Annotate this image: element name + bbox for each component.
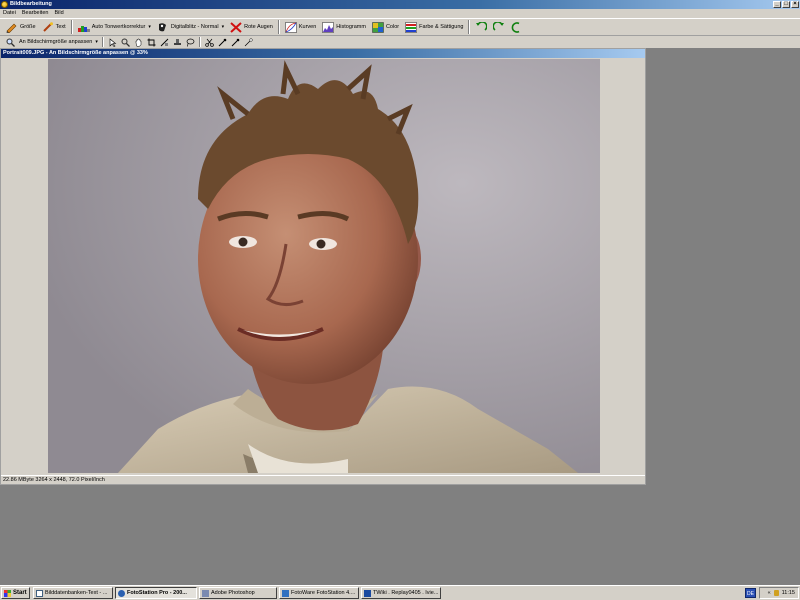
flash-icon — [158, 22, 166, 31]
close-button[interactable]: × — [791, 1, 799, 8]
zoom-tool-icon[interactable] — [121, 38, 130, 47]
secondary-toolbar: An Bildschirmgröße anpassen ▾ — [0, 36, 800, 48]
workspace: Portrait009.JPG - An Bildschirmgröße anp… — [0, 48, 800, 585]
chevron-down-icon[interactable]: ▾ — [222, 24, 225, 30]
taskbar: Start Bilddatenbanken-Text - ... FotoSta… — [0, 585, 800, 600]
task-item-fotostation-pro[interactable]: FotoStation Pro - 200... — [115, 587, 197, 599]
text-button[interactable]: Text — [39, 20, 69, 34]
minimize-button[interactable]: _ — [773, 1, 781, 8]
task-item-fotoware[interactable]: FotoWare FotoStation 4.... — [279, 587, 359, 599]
fotostation-icon — [118, 589, 125, 597]
rotate-180-button[interactable] — [508, 20, 526, 34]
rotate-180-icon — [512, 21, 520, 33]
menu-bar: Datei Bearbeiten Bild — [0, 9, 800, 18]
text-brush-icon — [42, 21, 53, 32]
task-item-bilddatenbanken[interactable]: Bilddatenbanken-Text - ... — [33, 587, 113, 599]
menu-datei[interactable]: Datei — [3, 9, 16, 18]
color-saturation-button[interactable]: Farbe & Sättigung — [402, 20, 466, 34]
main-toolbar: Größe Text Auto Tonwertkorrektur ▾ Digit… — [0, 18, 800, 36]
app-icon — [1, 1, 8, 8]
color-icon — [372, 21, 384, 33]
language-indicator[interactable]: DE — [745, 588, 756, 598]
histogram-icon — [322, 21, 335, 33]
chevron-down-icon[interactable]: ▾ — [148, 24, 151, 30]
arrow-pointer-icon[interactable] — [108, 37, 117, 47]
rotate-left-button[interactable] — [472, 20, 490, 34]
toolbar-separator — [101, 37, 104, 47]
portrait-illustration — [48, 59, 600, 473]
toolbar-separator — [277, 20, 280, 34]
toolbar-separator — [468, 20, 471, 34]
image-info: 22.86 MByte 3264 x 2448, 72.0 Pixel/Inch — [3, 477, 105, 483]
histogram-button[interactable]: Histogramm — [319, 20, 369, 34]
photoshop-icon — [202, 589, 209, 597]
red-eye-button[interactable]: Rote Augen — [227, 20, 276, 34]
eyedropper-icon[interactable] — [218, 38, 227, 47]
app-title: Bildbearbeitung — [10, 1, 52, 7]
window-controls: _ □ × — [773, 1, 799, 8]
red-eye-icon — [230, 21, 242, 33]
rotate-right-icon — [493, 21, 505, 31]
eyedropper-plus-icon[interactable] — [231, 38, 240, 47]
curves-icon — [285, 21, 297, 33]
auto-tone-button[interactable]: Auto Tonwertkorrektur ▾ — [75, 20, 154, 34]
image-canvas — [1, 58, 645, 474]
color-saturation-icon — [405, 21, 417, 33]
document-statusbar: 22.86 MByte 3264 x 2448, 72.0 Pixel/Inch — [1, 475, 645, 484]
pencil-icon — [6, 23, 17, 33]
maximize-button[interactable]: □ — [782, 1, 790, 8]
auto-tone-icon — [77, 25, 90, 32]
document-icon — [36, 589, 43, 597]
toolbar-separator — [70, 20, 73, 34]
hand-icon[interactable] — [134, 38, 143, 47]
document-window: Portrait009.JPG - An Bildschirmgröße anp… — [0, 48, 646, 485]
start-button[interactable]: Start — [1, 587, 30, 599]
fotoware-icon — [282, 589, 289, 597]
task-item-twiki[interactable]: TWiki . Replay0405 . Ivie... — [361, 587, 441, 599]
tray-expand-icon[interactable]: « — [768, 590, 771, 596]
digital-flash-button[interactable]: Digitalblitz - Normal ▾ — [154, 20, 227, 34]
windows-logo-icon — [4, 589, 11, 597]
crop-icon[interactable] — [147, 38, 156, 47]
rotate-left-icon — [476, 21, 488, 31]
eyedropper-minus-icon[interactable] — [244, 37, 253, 47]
menu-bild[interactable]: Bild — [54, 9, 63, 18]
size-button[interactable]: Größe — [3, 20, 39, 34]
document-titlebar[interactable]: Portrait009.JPG - An Bildschirmgröße anp… — [1, 49, 645, 58]
straighten-icon[interactable] — [160, 38, 169, 47]
tray-network-icon[interactable] — [773, 590, 779, 596]
browser-icon — [364, 589, 371, 597]
color-button[interactable]: Color — [369, 20, 402, 34]
task-item-photoshop[interactable]: Adobe Photoshop — [199, 587, 277, 599]
clock[interactable]: 11:15 — [782, 590, 795, 596]
app-titlebar[interactable]: Bildbearbeitung _ □ × — [0, 0, 800, 9]
lasso-icon[interactable] — [186, 38, 195, 47]
stamp-icon[interactable] — [173, 38, 182, 47]
scissors-icon[interactable] — [205, 38, 214, 47]
menu-bearbeiten[interactable]: Bearbeiten — [22, 9, 49, 18]
curves-button[interactable]: Kurven — [282, 20, 319, 34]
magnifier-icon — [6, 38, 15, 47]
portrait-photo[interactable] — [48, 59, 600, 473]
toolbar-separator — [198, 37, 201, 47]
system-tray: « 11:15 — [759, 587, 799, 599]
document-title: Portrait009.JPG - An Bildschirmgröße anp… — [3, 50, 148, 56]
rotate-right-button[interactable] — [490, 20, 508, 34]
chevron-down-icon[interactable]: ▾ — [95, 39, 98, 45]
zoom-select[interactable]: An Bildschirmgröße anpassen ▾ — [2, 37, 100, 47]
